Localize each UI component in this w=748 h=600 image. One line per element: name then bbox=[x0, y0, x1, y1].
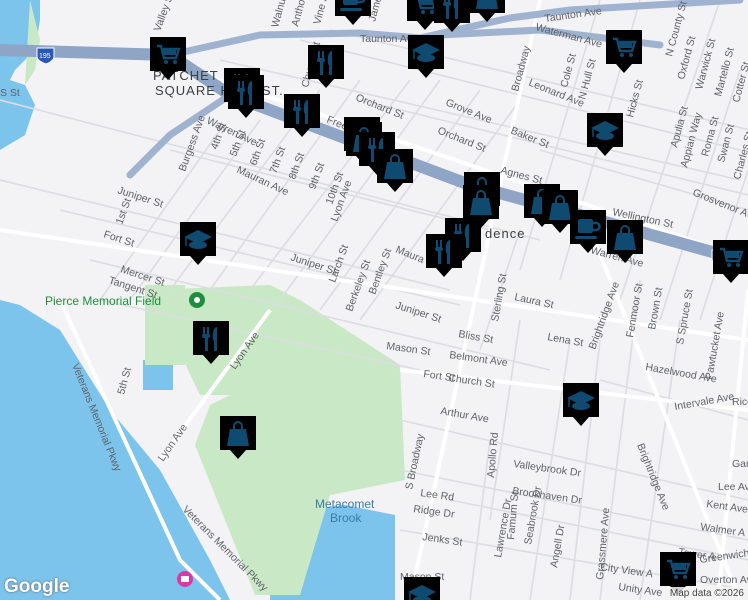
street-label: Rice bbox=[732, 396, 748, 408]
map-attribution[interactable]: Map data ©2026 bbox=[665, 587, 748, 600]
street-label: Bliss St bbox=[457, 328, 494, 346]
school-marker[interactable] bbox=[563, 383, 599, 426]
street-label: Lee Av bbox=[718, 481, 748, 493]
brook-label: Brook bbox=[330, 511, 362, 525]
street-label: Sterling St bbox=[489, 273, 509, 323]
school-marker[interactable] bbox=[408, 35, 444, 78]
street-label: N Hull St bbox=[576, 58, 598, 101]
restaurant-marker[interactable] bbox=[426, 234, 462, 277]
shield-label: 195 bbox=[39, 53, 51, 60]
street-label: S Spruce St bbox=[674, 288, 696, 345]
street-label: Overton Av bbox=[700, 574, 748, 586]
street-label: Vine St bbox=[311, 0, 331, 26]
neighborhood-label: SQUARE HIST. ST. bbox=[155, 83, 284, 98]
highway-shield-icon: 195 bbox=[36, 47, 55, 65]
cafe-marker[interactable] bbox=[335, 0, 371, 25]
street-label: Ridge Dr bbox=[413, 503, 456, 521]
shopping-bag-marker[interactable] bbox=[377, 149, 413, 192]
shopping-bag-icon bbox=[475, 0, 499, 10]
street-label: Hicks St bbox=[624, 78, 646, 118]
street-label: Angell Dr bbox=[548, 523, 567, 568]
street-label: Lyon Ave bbox=[156, 422, 190, 464]
school-marker[interactable] bbox=[404, 577, 440, 600]
street-label: S St bbox=[0, 87, 20, 99]
street-label: Juniper St bbox=[394, 299, 443, 325]
street-label: Brown St bbox=[646, 286, 665, 330]
street-label: Gardin bbox=[732, 458, 748, 470]
park-pin-icon[interactable] bbox=[189, 292, 205, 308]
street-label: Jenks St bbox=[422, 531, 464, 548]
street-label: Anthony St bbox=[289, 0, 314, 28]
street-label: Pawtucket Ave bbox=[703, 311, 727, 381]
brook-label: Metacomet bbox=[315, 497, 375, 511]
google-logo: Google bbox=[4, 576, 70, 597]
street-label: Belmont Ave bbox=[449, 349, 509, 369]
street-label: 9th St bbox=[307, 161, 328, 191]
street-label: Baker St bbox=[509, 125, 551, 151]
shopping-cart-marker[interactable] bbox=[713, 240, 748, 283]
street-label: Cotter St bbox=[730, 61, 748, 104]
map-canvas[interactable]: Taunton Ave Taunton Ave Waterman Ave Bro… bbox=[0, 0, 748, 600]
street-label: 7th St bbox=[268, 145, 289, 175]
street-label: Brightridge Ave bbox=[634, 442, 672, 512]
street-label: Valley St bbox=[152, 0, 177, 33]
street-label: Lena St bbox=[546, 331, 584, 349]
park-label: Pierce Memorial Field bbox=[45, 294, 161, 308]
street-label: Valleybrook Dr bbox=[513, 458, 583, 479]
street-label: S Broadway bbox=[403, 432, 427, 491]
shopping-cart-marker[interactable] bbox=[606, 30, 642, 73]
street-label: 5th St bbox=[115, 366, 134, 396]
street-label: Maura bbox=[394, 244, 426, 266]
street-label: Mason St bbox=[386, 340, 432, 358]
neighborhood-label: dence bbox=[485, 226, 525, 241]
school-marker[interactable] bbox=[587, 113, 623, 156]
street-label: Lee Rd bbox=[420, 487, 455, 504]
street-label: Apollo Rd bbox=[485, 432, 501, 479]
street-label: Intervale Ave bbox=[673, 391, 735, 413]
camera-pin-icon[interactable] bbox=[177, 571, 193, 587]
street-label: Fenmoor St bbox=[624, 282, 645, 338]
street-label: 8th St bbox=[287, 151, 308, 181]
